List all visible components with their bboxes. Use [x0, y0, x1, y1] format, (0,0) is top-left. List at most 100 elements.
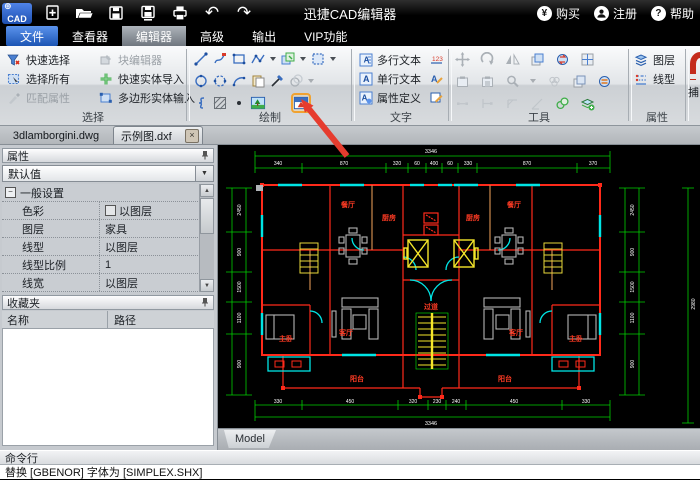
region-dropdown[interactable] — [330, 57, 336, 61]
tile-windows-icon[interactable] — [579, 51, 595, 67]
favorites-list[interactable] — [2, 328, 214, 446]
copy-dropdown[interactable] — [300, 57, 306, 61]
scroll-thumb[interactable] — [200, 198, 214, 234]
cascade-windows2-icon[interactable] — [571, 73, 587, 89]
clipboard-paste-icon[interactable] — [479, 73, 495, 89]
redo-button[interactable]: ↷ — [232, 3, 256, 23]
zoom-dropdown[interactable] — [530, 79, 536, 83]
region-tool-icon[interactable] — [310, 51, 326, 67]
circle-tool-icon[interactable] — [193, 73, 209, 89]
buy-button[interactable]: ¥购买 — [537, 5, 580, 22]
properties-grid: − 一般设置 色彩 以图层 图层 家具 线型 以图层 线型比例 1 线宽 以图层 — [2, 184, 214, 292]
polyline-dropdown[interactable] — [270, 57, 276, 61]
property-value[interactable]: 以图层 — [100, 239, 214, 255]
zoom-tool-icon[interactable] — [504, 73, 520, 89]
property-group-label: 一般设置 — [20, 185, 64, 201]
pin-icon[interactable] — [201, 150, 209, 162]
menu-editor[interactable]: 编辑器 — [122, 26, 186, 46]
collapse-icon[interactable]: − — [5, 187, 16, 198]
pen-line-icon[interactable] — [269, 73, 285, 89]
text-style-icon[interactable]: A — [428, 71, 444, 87]
print-button[interactable] — [168, 3, 192, 23]
new-file-button[interactable] — [40, 3, 64, 23]
properties-scrollbar[interactable]: ▲ ▼ — [199, 184, 214, 292]
close-tab-button[interactable]: × — [185, 129, 199, 143]
clipboard-icon[interactable] — [454, 73, 470, 89]
property-value[interactable]: 以图层 — [100, 275, 214, 291]
cascade-windows-icon[interactable] — [529, 51, 545, 67]
attribute-definition-button[interactable]: A属性定义 — [358, 90, 421, 106]
menu-viewer[interactable]: 查看器 — [58, 26, 122, 46]
svg-text:320: 320 — [393, 161, 402, 167]
rotate-tool-icon[interactable] — [479, 51, 495, 67]
arc-tool-icon[interactable] — [231, 73, 247, 89]
offset-dropdown[interactable] — [308, 79, 314, 83]
svg-text:客厅: 客厅 — [338, 328, 353, 337]
doc-tab-2[interactable]: 示例图.dxf × — [113, 126, 203, 144]
select-all-button[interactable]: 选择所有 — [6, 69, 98, 88]
sync-view2-icon[interactable] — [596, 73, 612, 89]
singleline-text-row: A单行文本 A — [358, 69, 444, 88]
move-tool-icon[interactable] — [454, 51, 470, 67]
doc-tab-1[interactable]: 3dlamborgini.dwg — [0, 126, 112, 145]
menu-file[interactable]: 文件 — [6, 26, 58, 46]
dropdown-arrow-icon[interactable]: ▼ — [195, 166, 213, 181]
favorites-name-column[interactable]: 名称 — [2, 311, 108, 328]
property-row-lineweight: 线宽 以图层 — [2, 274, 214, 292]
copy-entities-icon[interactable] — [280, 51, 296, 67]
svg-text:餐厅: 餐厅 — [506, 200, 521, 209]
svg-text:1100: 1100 — [630, 312, 636, 323]
menu-advanced[interactable]: 高级 — [186, 26, 238, 46]
save-button[interactable] — [104, 3, 128, 23]
multiline-text-button[interactable]: A多行文本 — [358, 52, 421, 68]
offset-tool-icon[interactable] — [288, 73, 304, 89]
paste-block-icon[interactable] — [250, 73, 266, 89]
mirror-tool-icon[interactable] — [504, 51, 520, 67]
menu-output[interactable]: 输出 — [238, 26, 290, 46]
polyline-tool-icon[interactable] — [250, 51, 266, 67]
help-button[interactable]: ?帮助 — [651, 5, 694, 22]
edit-attribute-icon[interactable] — [428, 90, 444, 106]
property-value[interactable]: 1 — [100, 259, 214, 271]
document-tab-strip: 3dlamborgini.dwg 示例图.dxf × — [0, 126, 700, 145]
menu-vip[interactable]: VIP功能 — [290, 26, 361, 46]
match-properties-label: 匹配属性 — [26, 90, 70, 106]
property-value[interactable]: 以图层 — [100, 203, 214, 219]
property-value[interactable]: 家具 — [100, 221, 214, 237]
text-scale-icon[interactable]: 123 — [428, 52, 444, 68]
block-editor-button[interactable]: 块编辑器 — [98, 50, 186, 69]
pin-icon[interactable] — [201, 297, 209, 309]
attribute-definition-label: 属性定义 — [377, 90, 421, 106]
properties-panel-header: 属性 — [2, 148, 214, 163]
sketch-tool-icon[interactable] — [212, 51, 228, 67]
command-output[interactable]: 替换 [GBENOR] 字体为 [SIMPLEX.SHX] — [0, 465, 700, 479]
scroll-up-button[interactable]: ▲ — [200, 184, 214, 197]
quick-entity-import-button[interactable]: 快速实体导入 — [98, 69, 186, 88]
model-tab[interactable]: Model — [224, 430, 276, 448]
rectangle-tool-icon[interactable] — [231, 51, 247, 67]
svg-text:230: 230 — [433, 399, 442, 405]
register-button[interactable]: 注册 — [594, 5, 637, 22]
preset-dropdown[interactable]: 默认值 ▼ — [2, 165, 214, 182]
singleline-text-button[interactable]: A单行文本 — [358, 71, 421, 87]
scroll-down-button[interactable]: ▼ — [200, 279, 214, 292]
open-file-button[interactable] — [72, 3, 96, 23]
property-group-row[interactable]: − 一般设置 — [2, 184, 214, 202]
sync-view-icon[interactable] — [554, 51, 570, 67]
drawing-canvas[interactable]: 3346 340 870 320 60 400 60 330 870 370 2… — [218, 145, 700, 428]
app-logo[interactable]: ⊕CAD — [2, 3, 32, 24]
svg-text:2450: 2450 — [630, 204, 636, 215]
line-tool-icon[interactable] — [193, 51, 209, 67]
ellipse-tool-icon[interactable] — [212, 73, 228, 89]
layers-button[interactable]: 图层 — [633, 50, 684, 69]
linetype-button[interactable]: 线型 — [633, 69, 684, 88]
undo-button[interactable]: ↶ — [200, 3, 224, 23]
match-properties-button[interactable]: 匹配属性 — [6, 88, 98, 107]
favorites-path-column[interactable]: 路径 — [108, 312, 136, 328]
save-as-button[interactable] — [136, 3, 160, 23]
flower-gray-icon[interactable] — [546, 73, 562, 89]
singleline-text-icon: A — [358, 71, 374, 87]
snap-magnet-icon[interactable] — [688, 52, 700, 82]
polygon-entity-input-button[interactable]: 多边形实体输入 — [98, 88, 186, 107]
quick-select-button[interactable]: 快速选择 — [6, 50, 98, 69]
